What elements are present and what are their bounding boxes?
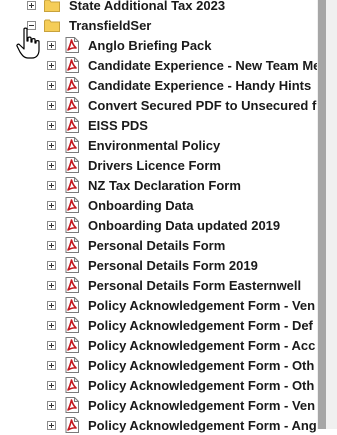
tree-node-label[interactable]: Policy Acknowledgement Form - Acc <box>88 338 315 353</box>
expand-plus-icon[interactable] <box>47 260 56 270</box>
pdf-file-icon <box>65 297 79 313</box>
folder-icon <box>44 19 60 32</box>
expand-plus-icon[interactable] <box>47 160 56 170</box>
tree-node[interactable]: State Additional Tax 2023 <box>27 0 225 15</box>
tree-node[interactable]: Personal Details Form <box>47 235 225 255</box>
tree-node[interactable]: Policy Acknowledgement Form - Oth <box>47 355 314 375</box>
expand-plus-icon[interactable] <box>47 40 56 50</box>
tree-node[interactable]: Policy Acknowledgement Form - Def <box>47 315 313 335</box>
expand-plus-icon[interactable] <box>47 360 56 370</box>
pdf-file-icon <box>65 177 79 193</box>
pdf-file-icon <box>65 137 79 153</box>
pdf-file-icon <box>65 117 79 133</box>
tree-node-label[interactable]: Convert Secured PDF to Unsecured f <box>88 98 316 113</box>
tree-node-label[interactable]: Drivers Licence Form <box>88 158 221 173</box>
tree-node-label[interactable]: Policy Acknowledgement Form - Def <box>88 318 313 333</box>
pdf-file-icon <box>65 317 79 333</box>
tree-node-label[interactable]: Personal Details Form Easternwell <box>88 278 301 293</box>
tree-node-label[interactable]: Policy Acknowledgement Form - Oth <box>88 358 314 373</box>
tree-node[interactable]: Onboarding Data updated 2019 <box>47 215 280 235</box>
tree-node-label[interactable]: Onboarding Data <box>88 198 193 213</box>
pdf-file-icon <box>65 237 79 253</box>
scrollbar-thumb[interactable] <box>318 0 326 429</box>
tree-node-label[interactable]: Anglo Briefing Pack <box>88 38 212 53</box>
expand-plus-icon[interactable] <box>27 0 36 10</box>
expand-plus-icon[interactable] <box>47 100 56 110</box>
tree-node[interactable]: Policy Acknowledgement Form - Acc <box>47 335 315 355</box>
pdf-file-icon <box>65 77 79 93</box>
tree-node[interactable]: Personal Details Form 2019 <box>47 255 258 275</box>
expand-plus-icon[interactable] <box>47 280 56 290</box>
tree-node[interactable]: Onboarding Data <box>47 195 193 215</box>
tree-node-label[interactable]: NZ Tax Declaration Form <box>88 178 241 193</box>
expand-plus-icon[interactable] <box>47 420 56 430</box>
expand-plus-icon[interactable] <box>47 140 56 150</box>
tree-node[interactable]: Anglo Briefing Pack <box>47 35 212 55</box>
tree-node[interactable]: EISS PDS <box>47 115 148 135</box>
pdf-file-icon <box>65 337 79 353</box>
tree-node[interactable]: Policy Acknowledgement Form - Ven <box>47 395 315 415</box>
expand-plus-icon[interactable] <box>47 320 56 330</box>
tree-node-label[interactable]: EISS PDS <box>88 118 148 133</box>
tree-node[interactable]: Policy Acknowledgement Form - Oth <box>47 375 314 395</box>
tree-node-label[interactable]: Personal Details Form 2019 <box>88 258 258 273</box>
pdf-file-icon <box>65 57 79 73</box>
pdf-file-icon <box>65 397 79 413</box>
pdf-file-icon <box>65 377 79 393</box>
tree-node-label[interactable]: TransfieldSer <box>69 18 151 33</box>
pdf-file-icon <box>65 97 79 113</box>
tree-node-label[interactable]: Candidate Experience - New Team Me <box>88 58 317 73</box>
tree-node[interactable]: Policy Acknowledgement Form - Ven <box>47 295 315 315</box>
collapse-minus-icon[interactable] <box>27 20 36 30</box>
tree-node-label[interactable]: Policy Acknowledgement Form - Ven <box>88 298 315 313</box>
tree-node-label[interactable]: State Additional Tax 2023 <box>69 0 225 13</box>
expand-plus-icon[interactable] <box>47 240 56 250</box>
tree-node[interactable]: Candidate Experience - Handy Hints <box>47 75 311 95</box>
expand-plus-icon[interactable] <box>47 200 56 210</box>
pdf-file-icon <box>65 277 79 293</box>
expand-plus-icon[interactable] <box>47 340 56 350</box>
expand-plus-icon[interactable] <box>47 220 56 230</box>
expand-plus-icon[interactable] <box>47 300 56 310</box>
tree-node[interactable]: NZ Tax Declaration Form <box>47 175 241 195</box>
pdf-file-icon <box>65 37 79 53</box>
tree-node[interactable]: Candidate Experience - New Team Me <box>47 55 317 75</box>
tree-node[interactable]: Convert Secured PDF to Unsecured f <box>47 95 316 115</box>
pdf-file-icon <box>65 157 79 173</box>
tree-node-label[interactable]: Policy Acknowledgement Form - Ven <box>88 398 315 413</box>
expand-plus-icon[interactable] <box>47 180 56 190</box>
pdf-file-icon <box>65 197 79 213</box>
tree-node[interactable]: Environmental Policy <box>47 135 220 155</box>
tree-node[interactable]: Drivers Licence Form <box>47 155 221 175</box>
expand-plus-icon[interactable] <box>47 120 56 130</box>
expand-plus-icon[interactable] <box>47 380 56 390</box>
tree-node-label[interactable]: Candidate Experience - Handy Hints <box>88 78 311 93</box>
expand-plus-icon[interactable] <box>47 400 56 410</box>
vertical-scrollbar[interactable] <box>317 0 337 429</box>
pdf-file-icon <box>65 417 79 433</box>
tree-node-label[interactable]: Policy Acknowledgement Form - Ang <box>88 418 317 433</box>
folder-icon <box>44 0 60 12</box>
tree-node[interactable]: TransfieldSer <box>27 15 151 35</box>
pdf-file-icon <box>65 357 79 373</box>
file-tree: State Additional Tax 2023 TransfieldSer An… <box>0 0 317 435</box>
tree-node[interactable]: Policy Acknowledgement Form - Ang <box>47 415 317 435</box>
tree-node[interactable]: Personal Details Form Easternwell <box>47 275 301 295</box>
expand-plus-icon[interactable] <box>47 60 56 70</box>
pdf-file-icon <box>65 217 79 233</box>
pdf-file-icon <box>65 257 79 273</box>
tree-node-label[interactable]: Environmental Policy <box>88 138 220 153</box>
expand-plus-icon[interactable] <box>47 80 56 90</box>
tree-node-label[interactable]: Personal Details Form <box>88 238 225 253</box>
tree-node-label[interactable]: Policy Acknowledgement Form - Oth <box>88 378 314 393</box>
tree-node-label[interactable]: Onboarding Data updated 2019 <box>88 218 280 233</box>
